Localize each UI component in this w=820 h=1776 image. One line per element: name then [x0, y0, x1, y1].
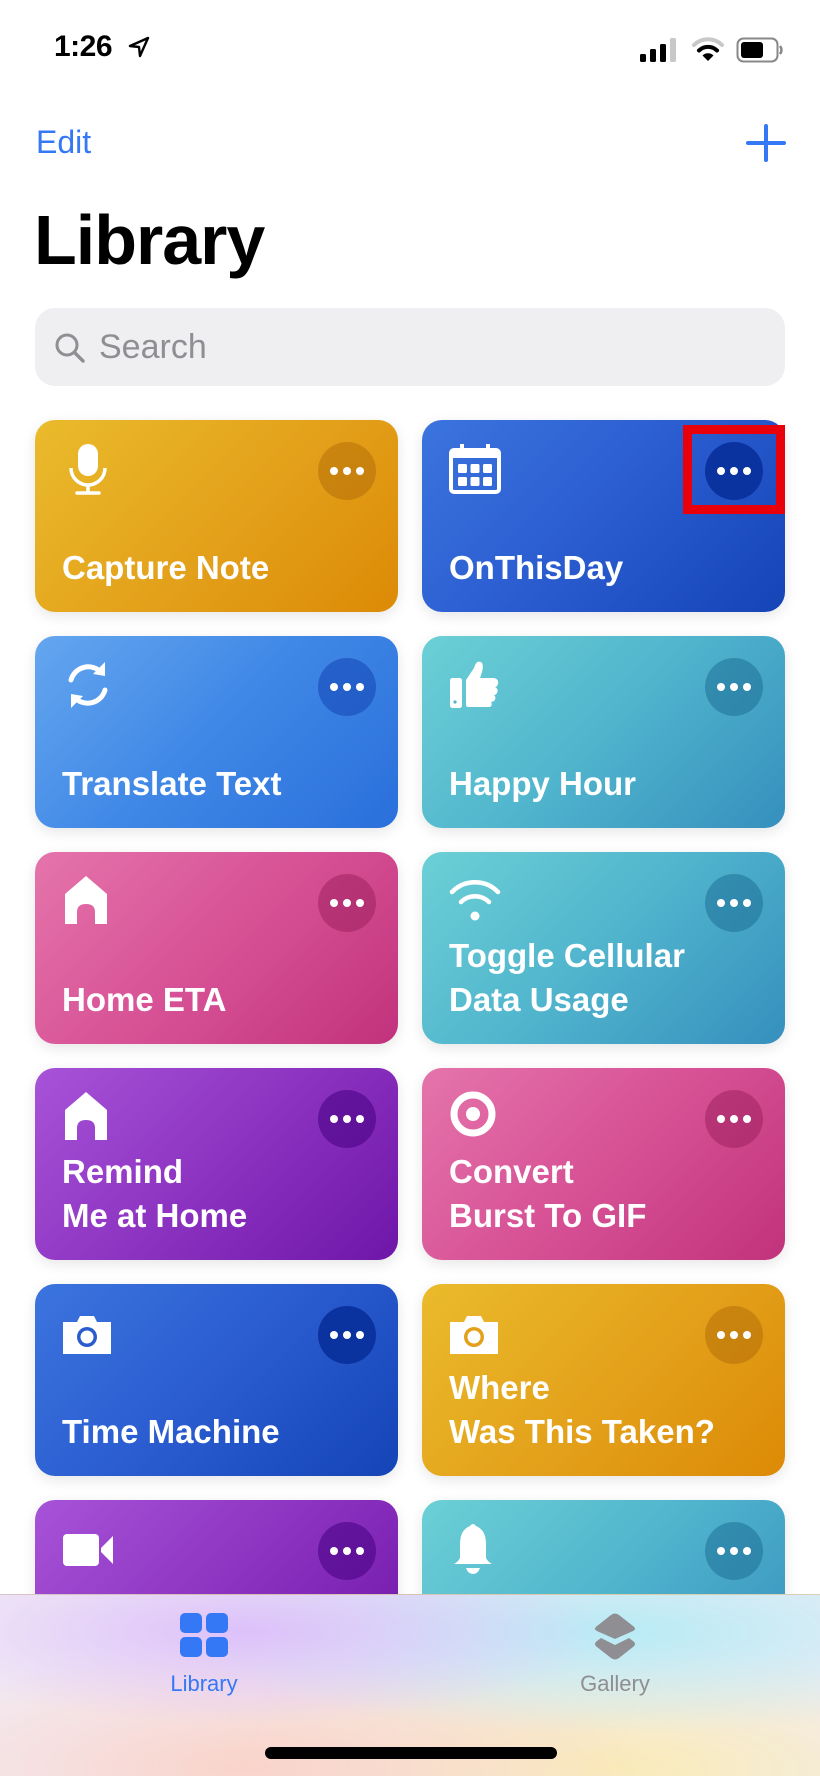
camera-icon — [450, 1316, 498, 1354]
shortcut-card-time-machine[interactable]: Time Machine — [35, 1284, 398, 1476]
sync-arrows-icon — [68, 662, 108, 708]
more-options-button[interactable] — [705, 442, 763, 500]
search-icon — [55, 333, 85, 363]
shortcut-label: Where Was This Taken? — [449, 1369, 715, 1450]
shortcut-label: Convert Burst To GIF — [449, 1153, 647, 1234]
shortcut-label: Toggle Cellular Data Usage — [449, 937, 685, 1018]
shortcut-card-remind-me-at-home[interactable]: Remind Me at Home — [35, 1068, 398, 1260]
shortcut-label: Remind Me at Home — [62, 1153, 248, 1234]
tab-gallery[interactable]: Gallery — [535, 1613, 695, 1703]
tab-label: Library — [170, 1671, 238, 1696]
shortcut-card-translate-text[interactable]: Translate Text — [35, 636, 398, 828]
thumbs-up-icon — [450, 661, 499, 708]
search-field[interactable] — [35, 308, 785, 386]
shortcut-card-toggle-cellular-data-usage[interactable]: Toggle Cellular Data Usage — [422, 852, 785, 1044]
shortcut-label: Capture Note — [62, 549, 270, 586]
more-options-button[interactable] — [318, 442, 376, 500]
shortcut-card-capture-note[interactable]: Capture Note — [35, 420, 398, 612]
cellular-signal-icon — [640, 38, 676, 62]
add-shortcut-button[interactable] — [744, 122, 788, 166]
home-indicator — [265, 1747, 557, 1759]
more-options-button[interactable] — [705, 1090, 763, 1148]
house-icon — [65, 876, 107, 924]
more-options-button[interactable] — [318, 1522, 376, 1580]
shortcut-label: Time Machine — [62, 1413, 280, 1450]
more-options-button[interactable] — [705, 1522, 763, 1580]
tab-library[interactable]: Library — [124, 1613, 284, 1703]
more-options-button[interactable] — [318, 1306, 376, 1364]
wifi-icon — [449, 880, 501, 921]
more-options-button[interactable] — [318, 658, 376, 716]
shortcut-card-where-was-this-taken[interactable]: Where Was This Taken? — [422, 1284, 785, 1476]
tab-label: Gallery — [580, 1671, 650, 1696]
shortcut-label: Happy Hour — [449, 765, 637, 802]
shortcut-card-onthisday[interactable]: OnThisDay — [422, 420, 785, 612]
wifi-icon — [692, 37, 724, 61]
bell-icon — [454, 1524, 492, 1574]
shortcut-label: Translate Text — [62, 765, 282, 802]
house-icon — [65, 1092, 107, 1140]
shortcut-card-home-eta[interactable]: Home ETA — [35, 852, 398, 1044]
location-arrow-icon — [128, 36, 150, 58]
more-options-button[interactable] — [705, 874, 763, 932]
more-options-button[interactable] — [318, 874, 376, 932]
shortcut-card-convert-burst-to-gif[interactable]: Convert Burst To GIF — [422, 1068, 785, 1260]
more-options-button[interactable] — [318, 1090, 376, 1148]
status-time: 1:26 — [54, 30, 113, 63]
shortcut-label: Home ETA — [62, 981, 227, 1018]
shortcut-label: OnThisDay — [449, 549, 624, 586]
stack-layers-icon — [595, 1613, 635, 1660]
status-bar: 1:26 — [0, 0, 820, 100]
grid-icon — [180, 1613, 228, 1657]
video-camera-icon — [63, 1534, 113, 1566]
battery-icon — [736, 37, 783, 63]
page-title: Library — [34, 201, 265, 279]
target-icon — [450, 1091, 496, 1137]
more-options-button[interactable] — [705, 1306, 763, 1364]
microphone-icon — [69, 444, 107, 495]
calendar-icon — [449, 444, 501, 494]
search-input[interactable] — [99, 308, 769, 386]
edit-button[interactable]: Edit — [36, 124, 91, 161]
shortcut-card-happy-hour[interactable]: Happy Hour — [422, 636, 785, 828]
camera-icon — [63, 1316, 111, 1354]
more-options-button[interactable] — [705, 658, 763, 716]
